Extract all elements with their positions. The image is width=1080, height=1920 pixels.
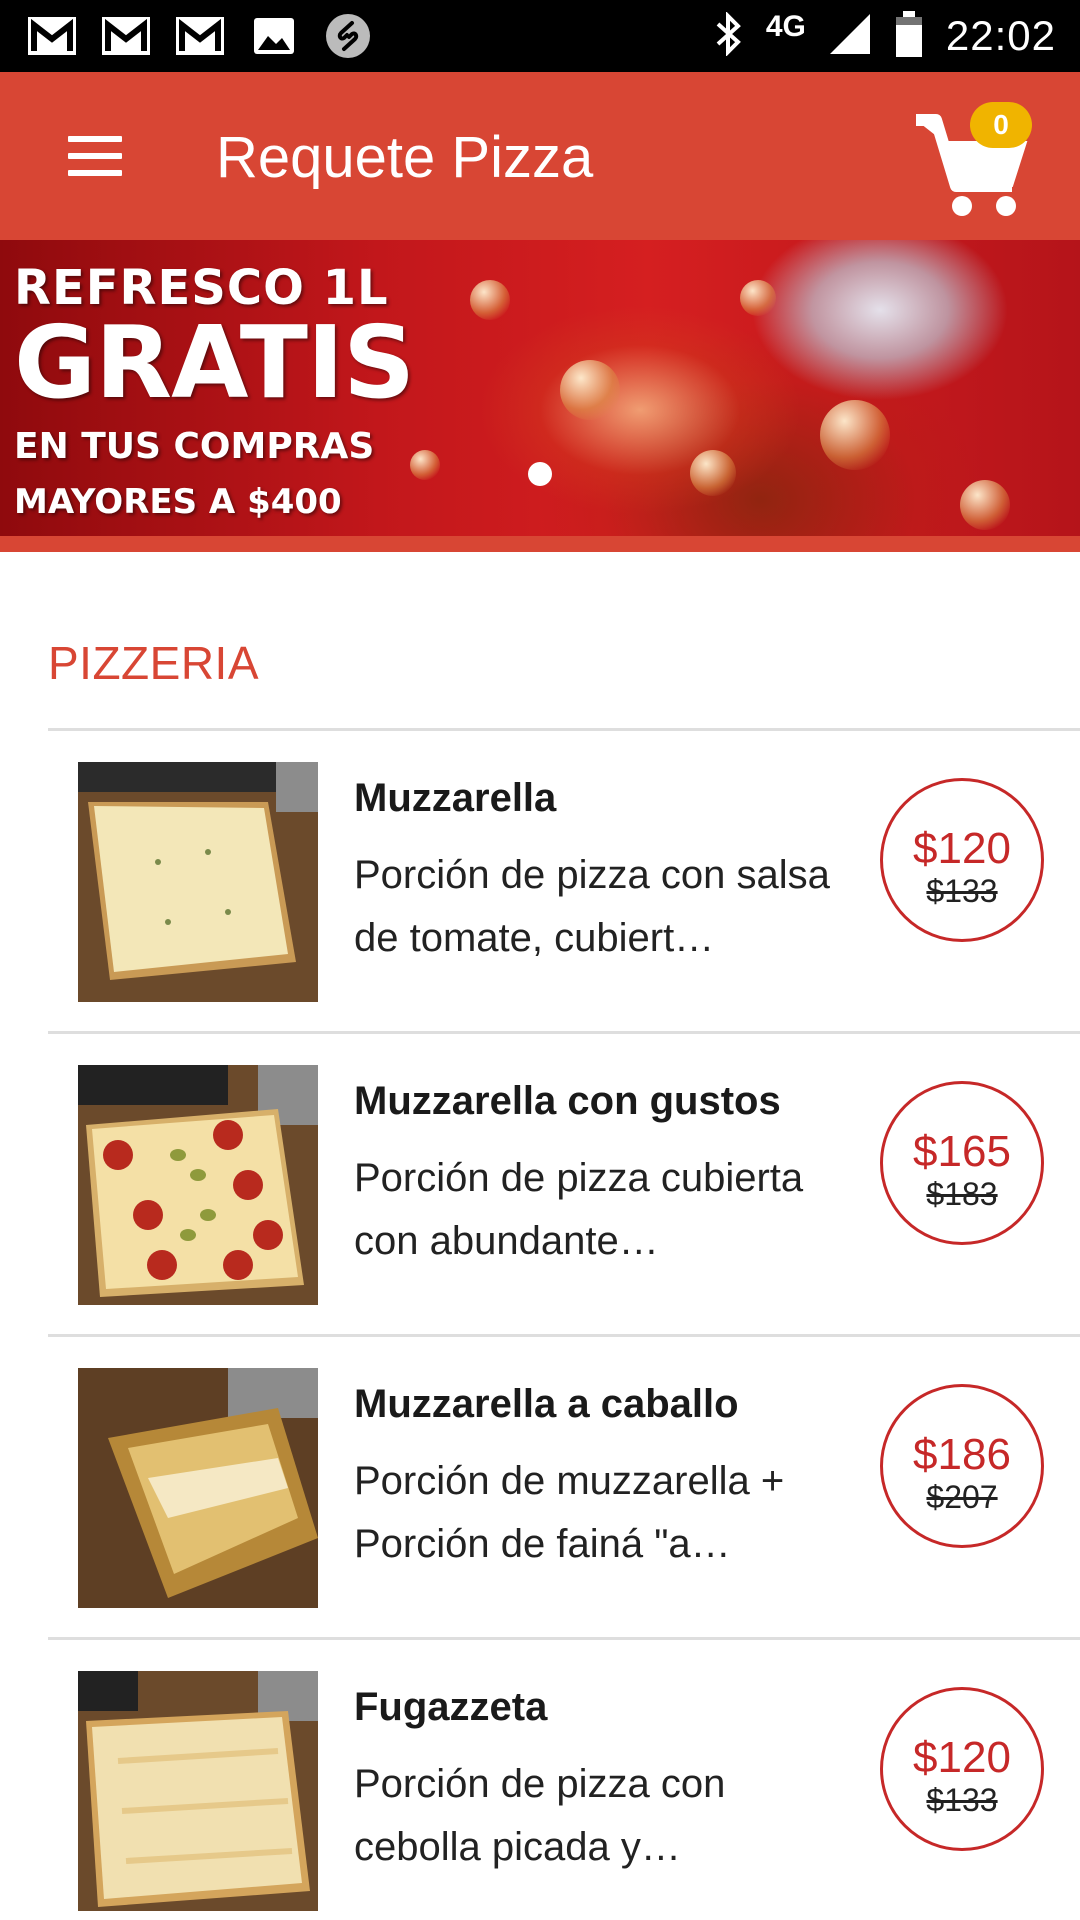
system-icons: 4G 22:02: [714, 0, 1056, 72]
banner-decoration: [740, 280, 776, 316]
banner-line-2: GRATIS: [14, 304, 415, 421]
item-original-price: $133: [926, 873, 998, 909]
menu-line: [68, 136, 122, 142]
menu-item-row[interactable]: Fugazzeta Porción de pizza con cebolla p…: [48, 1639, 1080, 1920]
menu-item-row[interactable]: Muzzarella Porción de pizza con salsa de…: [48, 730, 1080, 1030]
section-title: PIZZERIA: [48, 637, 260, 689]
item-description: Porción de pizza cubierta con abundante…: [354, 1156, 804, 1263]
item-original-price: $183: [926, 1176, 998, 1212]
price-badge: $120 $133: [880, 1687, 1044, 1851]
item-thumbnail: [78, 1065, 318, 1305]
banner-bottom-border: [0, 536, 1080, 552]
signal-icon: [828, 12, 872, 61]
price-badge: $120 $133: [880, 778, 1044, 942]
notification-icons: [26, 14, 374, 58]
app-bar: Requete Pizza: [0, 72, 1080, 240]
item-description: Porción de pizza con salsa de tomate, cu…: [354, 853, 830, 960]
banner-decoration: [820, 400, 890, 470]
promo-banner[interactable]: REFRESCO 1L GRATIS EN TUS COMPRAS MAYORE…: [0, 240, 1080, 552]
gmail-icon: [100, 14, 152, 58]
menu-item-row[interactable]: Muzzarella a caballo Porción de muzzarel…: [48, 1336, 1080, 1636]
battery-icon: [894, 10, 924, 62]
network-type: 4G: [765, 10, 806, 43]
item-name: Muzzarella con gustos: [354, 1079, 781, 1123]
item-thumbnail: [78, 1671, 318, 1911]
menu-item-row[interactable]: Muzzarella con gustos Porción de pizza c…: [48, 1033, 1080, 1333]
item-original-price: $207: [926, 1479, 998, 1515]
cart-count-badge[interactable]: 0: [970, 102, 1032, 148]
banner-decoration: [410, 450, 440, 480]
bluetooth-icon: [714, 10, 744, 61]
item-thumbnail: [78, 1368, 318, 1608]
banner-decoration: [690, 450, 736, 496]
item-thumbnail: [78, 762, 318, 1002]
item-original-price: $133: [926, 1782, 998, 1818]
carousel-indicator-dot[interactable]: [528, 462, 552, 486]
banner-line-4: MAYORES A $400: [14, 482, 342, 522]
gmail-icon: [26, 14, 78, 58]
item-name: Fugazzeta: [354, 1685, 548, 1729]
status-bar: 4G 22:02: [0, 0, 1080, 72]
image-icon: [248, 14, 300, 58]
gmail-icon: [174, 14, 226, 58]
banner-line-3: EN TUS COMPRAS: [14, 426, 375, 467]
clock: 22:02: [945, 12, 1056, 59]
item-description: Porción de pizza con cebolla picada y…: [354, 1762, 726, 1869]
item-price: $165: [913, 1127, 1011, 1176]
menu-line: [68, 170, 122, 176]
price-badge: $186 $207: [880, 1384, 1044, 1548]
item-name: Muzzarella: [354, 776, 557, 820]
item-price: $186: [913, 1430, 1011, 1479]
price-badge: $165 $183: [880, 1081, 1044, 1245]
banner-decoration: [960, 480, 1010, 530]
item-price: $120: [913, 1733, 1011, 1782]
banner-decoration: [560, 360, 620, 420]
hamburger-menu-icon[interactable]: [52, 128, 138, 184]
menu-line: [68, 153, 122, 159]
item-price: $120: [913, 824, 1011, 873]
app-title: Requete Pizza: [216, 125, 594, 190]
shazam-icon: [322, 14, 374, 58]
item-name: Muzzarella a caballo: [354, 1382, 739, 1426]
banner-decoration: [470, 280, 510, 320]
item-description: Porción de muzzarella + Porción de fainá…: [354, 1459, 785, 1566]
